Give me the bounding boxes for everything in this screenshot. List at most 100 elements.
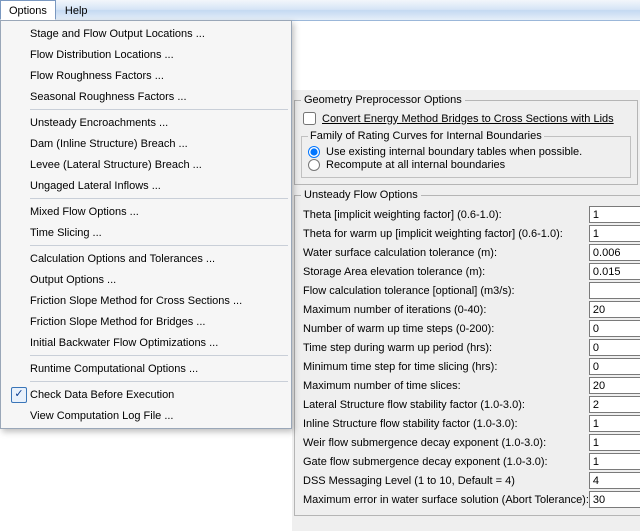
menu-item[interactable]: Stage and Flow Output Locations ... xyxy=(2,23,290,44)
menu-label: View Computation Log File ... xyxy=(30,410,272,422)
family-opt-existing[interactable]: Use existing internal boundary tables wh… xyxy=(308,146,624,158)
unsteady-row-label: Inline Structure flow stability factor (… xyxy=(301,418,589,430)
unsteady-row-label: Maximum number of time slices: xyxy=(301,380,589,392)
unsteady-row-label: Flow calculation tolerance [optional] (m… xyxy=(301,285,589,297)
menu-label: Initial Backwater Flow Optimizations ... xyxy=(30,337,272,349)
menu-item[interactable]: View Computation Log File ... xyxy=(2,405,290,426)
menu-item[interactable]: Initial Backwater Flow Optimizations ... xyxy=(2,332,290,353)
unsteady-flow-legend: Unsteady Flow Options xyxy=(301,189,421,201)
geometry-preprocessor-legend: Geometry Preprocessor Options xyxy=(301,94,465,106)
unsteady-row: Water surface calculation tolerance (m): xyxy=(301,243,640,262)
unsteady-row: Maximum number of time slices: xyxy=(301,376,640,395)
family-opt-recompute-label: Recompute at all internal boundaries xyxy=(326,159,505,171)
menu-label: Output Options ... xyxy=(30,274,272,286)
convert-bridges-checkbox[interactable] xyxy=(303,112,316,125)
unsteady-row-input[interactable] xyxy=(589,225,640,242)
menu-label: Friction Slope Method for Bridges ... xyxy=(30,316,272,328)
unsteady-row-input[interactable] xyxy=(589,453,640,470)
menu-item[interactable]: Unsteady Encroachments ... xyxy=(2,112,290,133)
menu-label: Time Slicing ... xyxy=(30,227,272,239)
menu-item[interactable]: Friction Slope Method for Bridges ... xyxy=(2,311,290,332)
unsteady-row-input[interactable] xyxy=(589,320,640,337)
menu-label: Dam (Inline Structure) Breach ... xyxy=(30,138,272,150)
unsteady-row-input[interactable] xyxy=(589,491,640,508)
family-rating-curves-group: Family of Rating Curves for Internal Bou… xyxy=(301,130,631,178)
menu-label: Runtime Computational Options ... xyxy=(30,363,272,375)
unsteady-row: Theta [implicit weighting factor] (0.6-1… xyxy=(301,205,640,224)
unsteady-row-label: Storage Area elevation tolerance (m): xyxy=(301,266,589,278)
unsteady-row-label: Minimum time step for time slicing (hrs)… xyxy=(301,361,589,373)
unsteady-row: Flow calculation tolerance [optional] (m… xyxy=(301,281,640,300)
menu-label: Stage and Flow Output Locations ... xyxy=(30,28,272,40)
menu-item[interactable]: Dam (Inline Structure) Breach ... xyxy=(2,133,290,154)
unsteady-flow-rows: Theta [implicit weighting factor] (0.6-1… xyxy=(301,205,640,511)
convert-bridges-label: Convert Energy Method Bridges to Cross S… xyxy=(322,113,614,125)
unsteady-row-label: Water surface calculation tolerance (m): xyxy=(301,247,589,259)
unsteady-row: Minimum time step for time slicing (hrs)… xyxy=(301,357,640,376)
menu-item[interactable]: Mixed Flow Options ... xyxy=(2,201,290,222)
unsteady-row: Inline Structure flow stability factor (… xyxy=(301,414,640,433)
menu-item[interactable]: Runtime Computational Options ... xyxy=(2,358,290,379)
menu-separator xyxy=(30,355,288,356)
menu-item-check-data[interactable]: ✓ Check Data Before Execution xyxy=(2,384,290,405)
unsteady-flow-group: Unsteady Flow Options Theta [implicit we… xyxy=(294,189,640,516)
unsteady-row: Lateral Structure flow stability factor … xyxy=(301,395,640,414)
menu-label: Ungaged Lateral Inflows ... xyxy=(30,180,272,192)
menu-item[interactable]: Calculation Options and Tolerances ... xyxy=(2,248,290,269)
options-dropdown: Stage and Flow Output Locations ... Flow… xyxy=(0,20,292,429)
menu-item[interactable]: Output Options ... xyxy=(2,269,290,290)
unsteady-row-input[interactable] xyxy=(589,396,640,413)
unsteady-row-input[interactable] xyxy=(589,434,640,451)
menu-item[interactable]: Time Slicing ... xyxy=(2,222,290,243)
unsteady-row-input[interactable] xyxy=(589,301,640,318)
family-opt-recompute-radio[interactable] xyxy=(308,159,320,171)
unsteady-row-input[interactable] xyxy=(589,263,640,280)
unsteady-row-label: DSS Messaging Level (1 to 10, Default = … xyxy=(301,475,589,487)
unsteady-row-label: Maximum error in water surface solution … xyxy=(301,494,589,506)
unsteady-row: Weir flow submergence decay exponent (1.… xyxy=(301,433,640,452)
menu-label: Seasonal Roughness Factors ... xyxy=(30,91,272,103)
unsteady-row-input[interactable] xyxy=(589,206,640,223)
unsteady-row-label: Gate flow submergence decay exponent (1.… xyxy=(301,456,589,468)
unsteady-row: Time step during warm up period (hrs): xyxy=(301,338,640,357)
unsteady-row-label: Theta for warm up [implicit weighting fa… xyxy=(301,228,589,240)
menu-item[interactable]: Ungaged Lateral Inflows ... xyxy=(2,175,290,196)
unsteady-row-input[interactable] xyxy=(589,244,640,261)
family-opt-recompute[interactable]: Recompute at all internal boundaries xyxy=(308,159,624,171)
unsteady-row-input[interactable] xyxy=(589,339,640,356)
family-opt-existing-radio[interactable] xyxy=(308,146,320,158)
menu-separator xyxy=(30,381,288,382)
geometry-preprocessor-group: Geometry Preprocessor Options Convert En… xyxy=(294,94,638,185)
menu-label: Friction Slope Method for Cross Sections… xyxy=(30,295,272,307)
menu-item[interactable]: Friction Slope Method for Cross Sections… xyxy=(2,290,290,311)
menu-label: Flow Roughness Factors ... xyxy=(30,70,272,82)
unsteady-row-label: Time step during warm up period (hrs): xyxy=(301,342,589,354)
unsteady-row-input[interactable] xyxy=(589,282,640,299)
unsteady-row: Maximum number of iterations (0-40): xyxy=(301,300,640,319)
unsteady-row: Gate flow submergence decay exponent (1.… xyxy=(301,452,640,471)
menu-label: Check Data Before Execution xyxy=(30,389,272,401)
menu-item[interactable]: Seasonal Roughness Factors ... xyxy=(2,86,290,107)
menu-label: Flow Distribution Locations ... xyxy=(30,49,272,61)
unsteady-row-input[interactable] xyxy=(589,472,640,489)
unsteady-row-input[interactable] xyxy=(589,377,640,394)
menu-label: Unsteady Encroachments ... xyxy=(30,117,272,129)
unsteady-row: DSS Messaging Level (1 to 10, Default = … xyxy=(301,471,640,490)
unsteady-row-input[interactable] xyxy=(589,358,640,375)
unsteady-row-label: Theta [implicit weighting factor] (0.6-1… xyxy=(301,209,589,221)
menu-label: Calculation Options and Tolerances ... xyxy=(30,253,272,265)
unsteady-row-label: Number of warm up time steps (0-200): xyxy=(301,323,589,335)
menu-item[interactable]: Levee (Lateral Structure) Breach ... xyxy=(2,154,290,175)
unsteady-row-label: Maximum number of iterations (0-40): xyxy=(301,304,589,316)
unsteady-row-label: Lateral Structure flow stability factor … xyxy=(301,399,589,411)
unsteady-row-input[interactable] xyxy=(589,415,640,432)
menu-item[interactable]: Flow Distribution Locations ... xyxy=(2,44,290,65)
menubar: Options Help xyxy=(0,0,640,21)
menu-help[interactable]: Help xyxy=(56,0,97,20)
menu-label: Levee (Lateral Structure) Breach ... xyxy=(30,159,272,171)
convert-bridges-row[interactable]: Convert Energy Method Bridges to Cross S… xyxy=(303,112,631,125)
menu-options[interactable]: Options xyxy=(0,0,56,20)
menu-item[interactable]: Flow Roughness Factors ... xyxy=(2,65,290,86)
options-panel: Geometry Preprocessor Options Convert En… xyxy=(292,90,640,531)
menu-separator xyxy=(30,245,288,246)
